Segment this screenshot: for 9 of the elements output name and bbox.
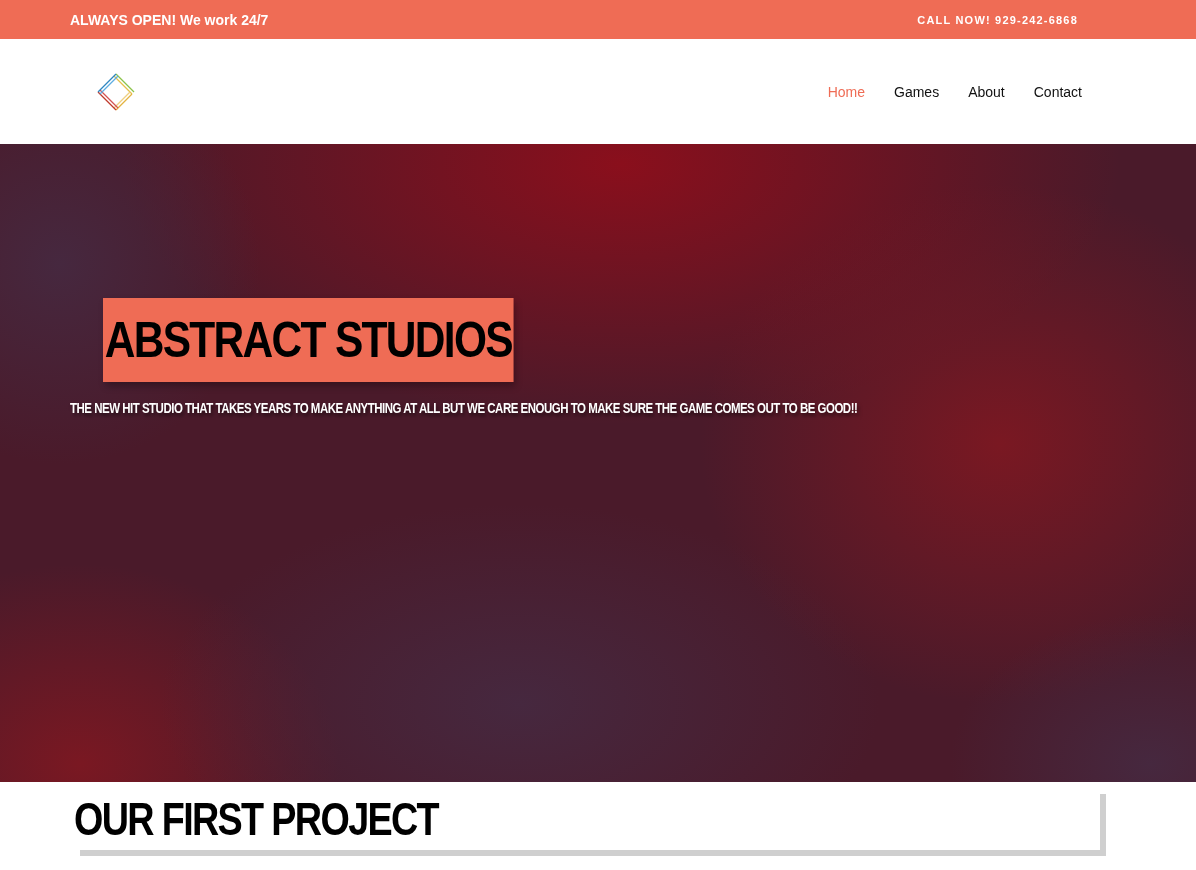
nav-link[interactable]: About (968, 83, 1005, 100)
phone-text: CALL NOW! 929-242-6868 (917, 13, 1078, 26)
logo-icon[interactable] (96, 71, 136, 112)
hero-title: ABSTRACT STUDIOS (103, 298, 514, 382)
nav-link[interactable]: Games (894, 83, 940, 100)
section-heading: OUR FIRST PROJECT (74, 792, 439, 846)
hero-subtitle: THE NEW HIT STUDIO THAT TAKES YEARS TO MAKE ANYTHING AT ALL BUT WE CARE ENOUGH TO MAKE SURE THE GAME COMES OUT TO BE GOOD!! (70, 400, 858, 416)
nav-link[interactable]: Contact (1033, 83, 1082, 100)
hours-text: ALWAYS OPEN! We work 24/7 (70, 11, 269, 28)
